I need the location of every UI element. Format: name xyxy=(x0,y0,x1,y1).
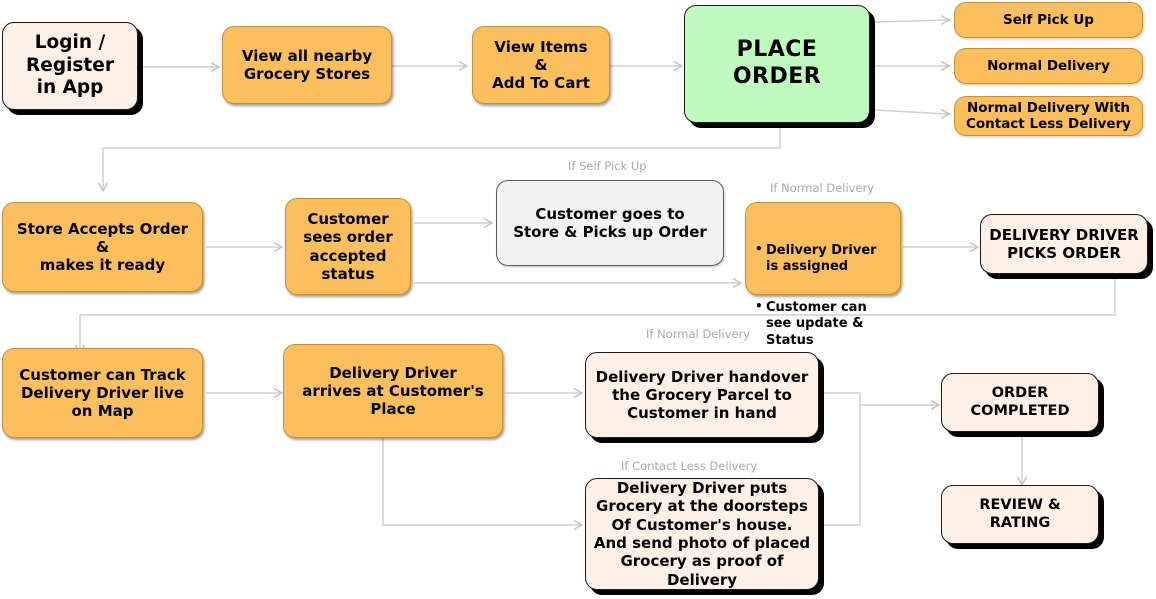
edge-handover-to-junction xyxy=(824,392,861,405)
node-order-completed[interactable]: ORDER COMPLETED xyxy=(941,373,1099,432)
list-item: Customer can see update & Status xyxy=(755,299,892,349)
arrowhead-driver-assigned xyxy=(732,277,743,289)
node-customer-sees-status[interactable]: Customer sees order accepted status xyxy=(285,198,411,295)
node-contactless-doorstep[interactable]: Delivery Driver puts Grocery at the door… xyxy=(585,478,819,590)
edge-label-if-normal-delivery-1: If Normal Delivery xyxy=(770,181,875,195)
node-normal-delivery[interactable]: Normal Delivery xyxy=(954,48,1143,84)
flowchart-canvas: If Self Pick Up If Normal Delivery If No… xyxy=(0,0,1156,599)
arrowhead-stores-to-items xyxy=(458,60,469,72)
arrowhead-review xyxy=(1016,476,1028,487)
arrowhead-contactless xyxy=(940,108,951,120)
node-login-register[interactable]: Login / Register in App xyxy=(2,22,138,110)
arrowhead-store-accepts xyxy=(97,182,109,193)
arrowhead-items-to-place-order xyxy=(673,60,684,72)
edge-place-order-to-self-pickup xyxy=(874,19,949,23)
node-driver-arrives[interactable]: Delivery Driver arrives at Customer's Pl… xyxy=(283,344,503,438)
edge-contactless-to-junction xyxy=(824,405,861,526)
arrowhead-normal-delivery xyxy=(940,60,951,72)
edge-arrives-to-contactless xyxy=(382,438,581,526)
node-delivery-driver-picks-order[interactable]: DELIVERY DRIVER PICKS ORDER xyxy=(980,214,1148,274)
edge-picks-order-to-track-driver xyxy=(79,274,1116,352)
arrowhead-login-to-stores xyxy=(210,61,221,73)
node-view-nearby-stores[interactable]: View all nearby Grocery Stores xyxy=(222,26,392,104)
arrowhead-self-pickup xyxy=(940,14,951,26)
driver-assigned-list: Delivery Driver is assigned Customer can… xyxy=(752,227,892,365)
node-track-driver-on-map[interactable]: Customer can Track Delivery Driver live … xyxy=(2,348,203,438)
edge-label-if-normal-delivery-2: If Normal Delivery xyxy=(646,327,751,341)
node-place-order[interactable]: PLACE ORDER xyxy=(684,5,870,123)
node-store-accepts-order[interactable]: Store Accepts Order & makes it ready xyxy=(2,202,203,292)
arrowhead-picks-order xyxy=(969,241,980,253)
edge-label-if-contact-less-delivery: If Contact Less Delivery xyxy=(621,459,758,473)
arrowhead-customer-status xyxy=(273,241,284,253)
node-driver-assigned[interactable]: Delivery Driver is assigned Customer can… xyxy=(745,202,901,348)
arrowhead-customer-pickup xyxy=(483,217,494,229)
edge-place-order-to-contactless xyxy=(874,109,949,115)
node-handover-in-hand[interactable]: Delivery Driver handover the Grocery Par… xyxy=(585,352,819,438)
node-customer-picks-up-order[interactable]: Customer goes to Store & Picks up Order xyxy=(496,180,724,266)
arrowhead-order-completed xyxy=(930,399,941,411)
node-self-pick-up[interactable]: Self Pick Up xyxy=(954,2,1143,38)
edge-label-if-self-pick-up: If Self Pick Up xyxy=(568,159,647,173)
list-item: Delivery Driver is assigned xyxy=(755,242,892,276)
node-view-items-add-to-cart[interactable]: View Items & Add To Cart xyxy=(472,26,610,104)
node-review-rating[interactable]: REVIEW & RATING xyxy=(941,485,1099,544)
arrowhead-handover xyxy=(573,387,584,399)
arrowhead-contactless-doorstep xyxy=(573,519,584,531)
node-normal-delivery-contactless[interactable]: Normal Delivery With Contact Less Delive… xyxy=(954,96,1143,136)
arrowhead-arrives xyxy=(273,387,284,399)
